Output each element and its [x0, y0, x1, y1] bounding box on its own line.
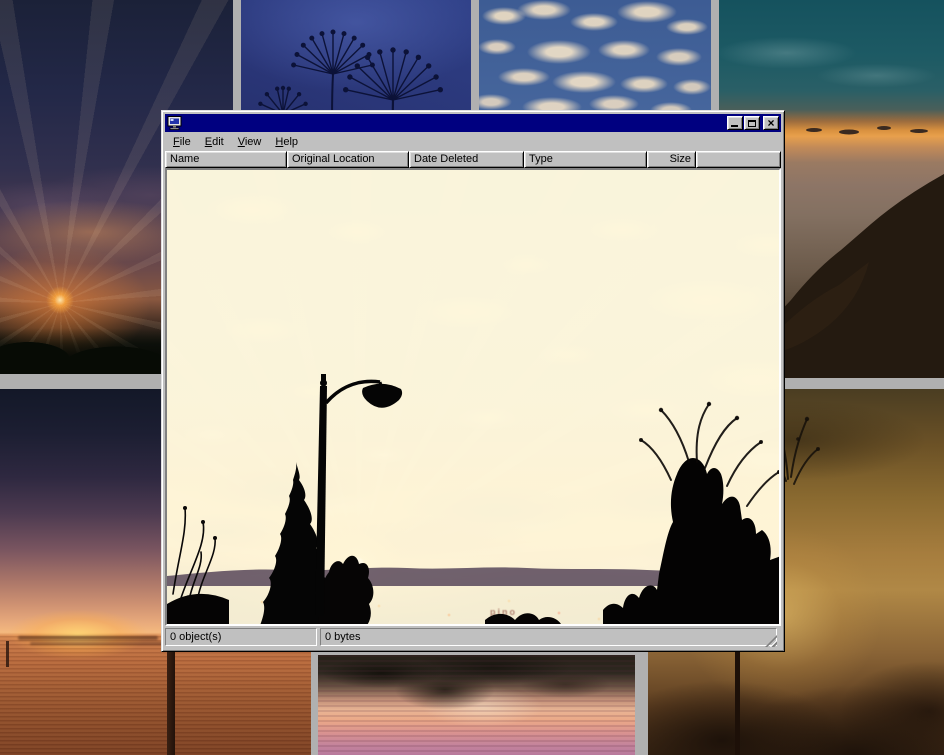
column-header-size[interactable]: Size: [647, 151, 696, 168]
status-bar: 0 object(s) 0 bytes: [165, 626, 781, 648]
list-view[interactable]: pino: [165, 168, 781, 626]
title-bar[interactable]: ×: [165, 114, 781, 132]
menu-item-edit[interactable]: Edit: [198, 134, 231, 151]
water-ripples: [0, 636, 311, 755]
photo-sunset-streetlamp: pino: [167, 170, 779, 624]
wooden-pole: [6, 641, 9, 667]
water-ripples: [318, 655, 635, 755]
wooden-pole: [167, 639, 175, 755]
column-header-row: Name Original Location Date Deleted Type…: [165, 151, 781, 168]
status-objects: 0 object(s): [165, 628, 317, 646]
minimize-button[interactable]: [727, 116, 743, 130]
background-photo-water-reflection: [318, 655, 635, 755]
menu-bar: File Edit View Help: [165, 133, 781, 151]
close-button[interactable]: ×: [763, 116, 779, 130]
menu-item-view[interactable]: View: [231, 134, 269, 151]
maximize-icon: [748, 120, 756, 127]
desktop: × File Edit View Help Name Original Loca…: [0, 0, 944, 755]
column-header-original-location[interactable]: Original Location: [287, 151, 409, 168]
minimize-icon: [731, 125, 738, 127]
maximize-button[interactable]: [744, 116, 760, 130]
close-icon: ×: [767, 118, 774, 128]
column-header-filler[interactable]: [696, 151, 781, 168]
computer-icon[interactable]: [167, 116, 183, 130]
silhouettes-graphic: [167, 170, 781, 626]
recycle-bin-window: × File Edit View Help Name Original Loca…: [161, 110, 785, 652]
column-header-type[interactable]: Type: [524, 151, 647, 168]
status-bytes: 0 bytes: [320, 628, 777, 646]
column-header-date-deleted[interactable]: Date Deleted: [409, 151, 524, 168]
menu-item-help[interactable]: Help: [268, 134, 305, 151]
column-header-name[interactable]: Name: [165, 151, 287, 168]
menu-item-file[interactable]: File: [166, 134, 198, 151]
wooden-pole: [735, 647, 740, 755]
